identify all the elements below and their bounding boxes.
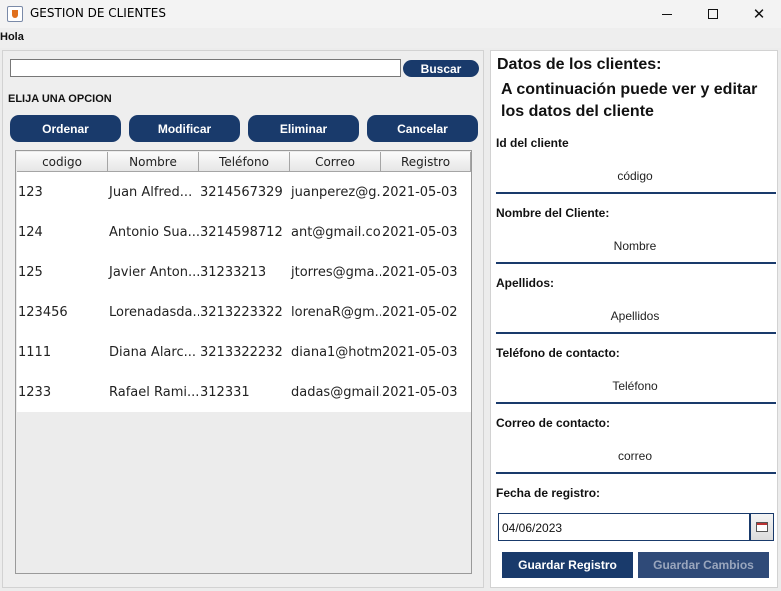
table-header: codigo Nombre Teléfono Correo Registro (17, 152, 471, 172)
minimize-icon (662, 13, 672, 15)
minimize-button[interactable] (644, 0, 690, 28)
cell-registro: 2021-05-03 (382, 224, 458, 240)
cell-registro: 2021-05-03 (382, 384, 458, 400)
field-correo[interactable]: correo (496, 449, 774, 463)
details-subtitle: A continuación puede ver y editar los da… (501, 81, 758, 120)
cell-telefono: 3214598712 (200, 224, 283, 240)
save-record-button[interactable]: Guardar Registro (502, 552, 633, 578)
field-label-nombre: Nombre del Cliente: (496, 206, 610, 220)
cell-codigo: 123 (18, 184, 43, 200)
calendar-button[interactable] (750, 513, 774, 541)
cell-codigo: 1111 (18, 344, 52, 360)
cell-nombre: Antonio Sua... (109, 224, 199, 240)
table-row[interactable]: 123456 Lorenadasda... 3213223322 lorenaR… (17, 292, 471, 332)
cell-correo: diana1@hotm... (291, 344, 381, 360)
client-details-panel: Datos de los clientes: A continuación pu… (490, 50, 778, 588)
cell-nombre: Juan Alfred... (109, 184, 193, 200)
cell-correo: jtorres@gma... (291, 264, 381, 280)
field-label-correo: Correo de contacto: (496, 416, 611, 430)
cell-codigo: 1233 (18, 384, 52, 400)
cell-nombre: Javier Anton... (109, 264, 199, 280)
close-icon: ✕ (752, 4, 766, 23)
cell-telefono: 31233213 (200, 264, 267, 280)
cell-registro: 2021-05-03 (382, 344, 458, 360)
table-row[interactable]: 1111 Diana Alarc... 3213322232 diana1@ho… (17, 332, 471, 372)
cell-telefono: 3214567329 (200, 184, 283, 200)
field-underline (496, 332, 776, 334)
search-input[interactable] (10, 59, 401, 77)
cell-correo: lorenaR@gm... (291, 304, 381, 320)
title-bar: GESTION DE CLIENTES ✕ (0, 0, 781, 28)
field-underline (496, 402, 776, 404)
cell-nombre: Rafael Rami... (109, 384, 199, 400)
menu-bar: Hola (0, 28, 781, 48)
cell-registro: 2021-05-02 (382, 304, 458, 320)
field-underline (496, 192, 776, 194)
java-app-icon (7, 6, 23, 22)
field-telefono[interactable]: Teléfono (496, 379, 774, 393)
field-label-id: Id del cliente (496, 136, 569, 150)
date-input[interactable]: 04/06/2023 (498, 513, 750, 541)
column-header-correo[interactable]: Correo (290, 152, 381, 172)
search-button[interactable]: Buscar (403, 60, 479, 77)
cell-codigo: 123456 (18, 304, 68, 320)
column-header-telefono[interactable]: Teléfono (199, 152, 290, 172)
save-changes-button[interactable]: Guardar Cambios (638, 552, 769, 578)
table-row[interactable]: 124 Antonio Sua... 3214598712 ant@gmail.… (17, 212, 471, 252)
field-nombre[interactable]: Nombre (496, 239, 774, 253)
field-apellidos[interactable]: Apellidos (496, 309, 774, 323)
field-label-apellidos: Apellidos: (496, 276, 555, 290)
maximize-button[interactable] (690, 0, 736, 28)
table-row[interactable]: 1233 Rafael Rami... 312331 dadas@gmail..… (17, 372, 471, 412)
window-title: GESTION DE CLIENTES (30, 6, 166, 20)
clients-list-panel: Buscar ELIJA UNA OPCION Ordenar Modifica… (2, 50, 484, 588)
field-label-fecha: Fecha de registro: (496, 486, 601, 500)
delete-button[interactable]: Eliminar (248, 115, 359, 142)
table-row[interactable]: 123 Juan Alfred... 3214567329 juanperez@… (17, 172, 471, 212)
menu-hola[interactable]: Hola (0, 31, 24, 43)
cell-telefono: 312331 (200, 384, 250, 400)
cell-telefono: 3213322232 (200, 344, 283, 360)
table-row[interactable]: 125 Javier Anton... 31233213 jtorres@gma… (17, 252, 471, 292)
field-id[interactable]: código (496, 169, 774, 183)
column-header-codigo[interactable]: codigo (17, 152, 108, 172)
cell-telefono: 3213223322 (200, 304, 283, 320)
table-body: 123 Juan Alfred... 3214567329 juanperez@… (17, 172, 471, 412)
cell-codigo: 125 (18, 264, 43, 280)
modify-button[interactable]: Modificar (129, 115, 240, 142)
field-underline (496, 262, 776, 264)
field-underline (496, 472, 776, 474)
cell-correo: ant@gmail.com (291, 224, 381, 240)
cell-codigo: 124 (18, 224, 43, 240)
cell-registro: 2021-05-03 (382, 264, 458, 280)
column-header-nombre[interactable]: Nombre (108, 152, 199, 172)
cell-correo: dadas@gmail... (291, 384, 381, 400)
options-label: ELIJA UNA OPCION (8, 93, 112, 105)
calendar-icon (756, 522, 768, 532)
close-button[interactable]: ✕ (736, 0, 781, 28)
cell-registro: 2021-05-03 (382, 184, 458, 200)
maximize-icon (708, 9, 718, 19)
cell-nombre: Lorenadasda... (109, 304, 199, 320)
cell-nombre: Diana Alarc... (109, 344, 197, 360)
cell-correo: juanperez@g... (291, 184, 381, 200)
cancel-button[interactable]: Cancelar (367, 115, 478, 142)
field-label-telefono: Teléfono de contacto: (496, 346, 620, 360)
column-header-registro[interactable]: Registro (381, 152, 471, 172)
details-title: Datos de los clientes: (497, 56, 662, 73)
sort-button[interactable]: Ordenar (10, 115, 121, 142)
clients-table: codigo Nombre Teléfono Correo Registro 1… (15, 150, 472, 574)
